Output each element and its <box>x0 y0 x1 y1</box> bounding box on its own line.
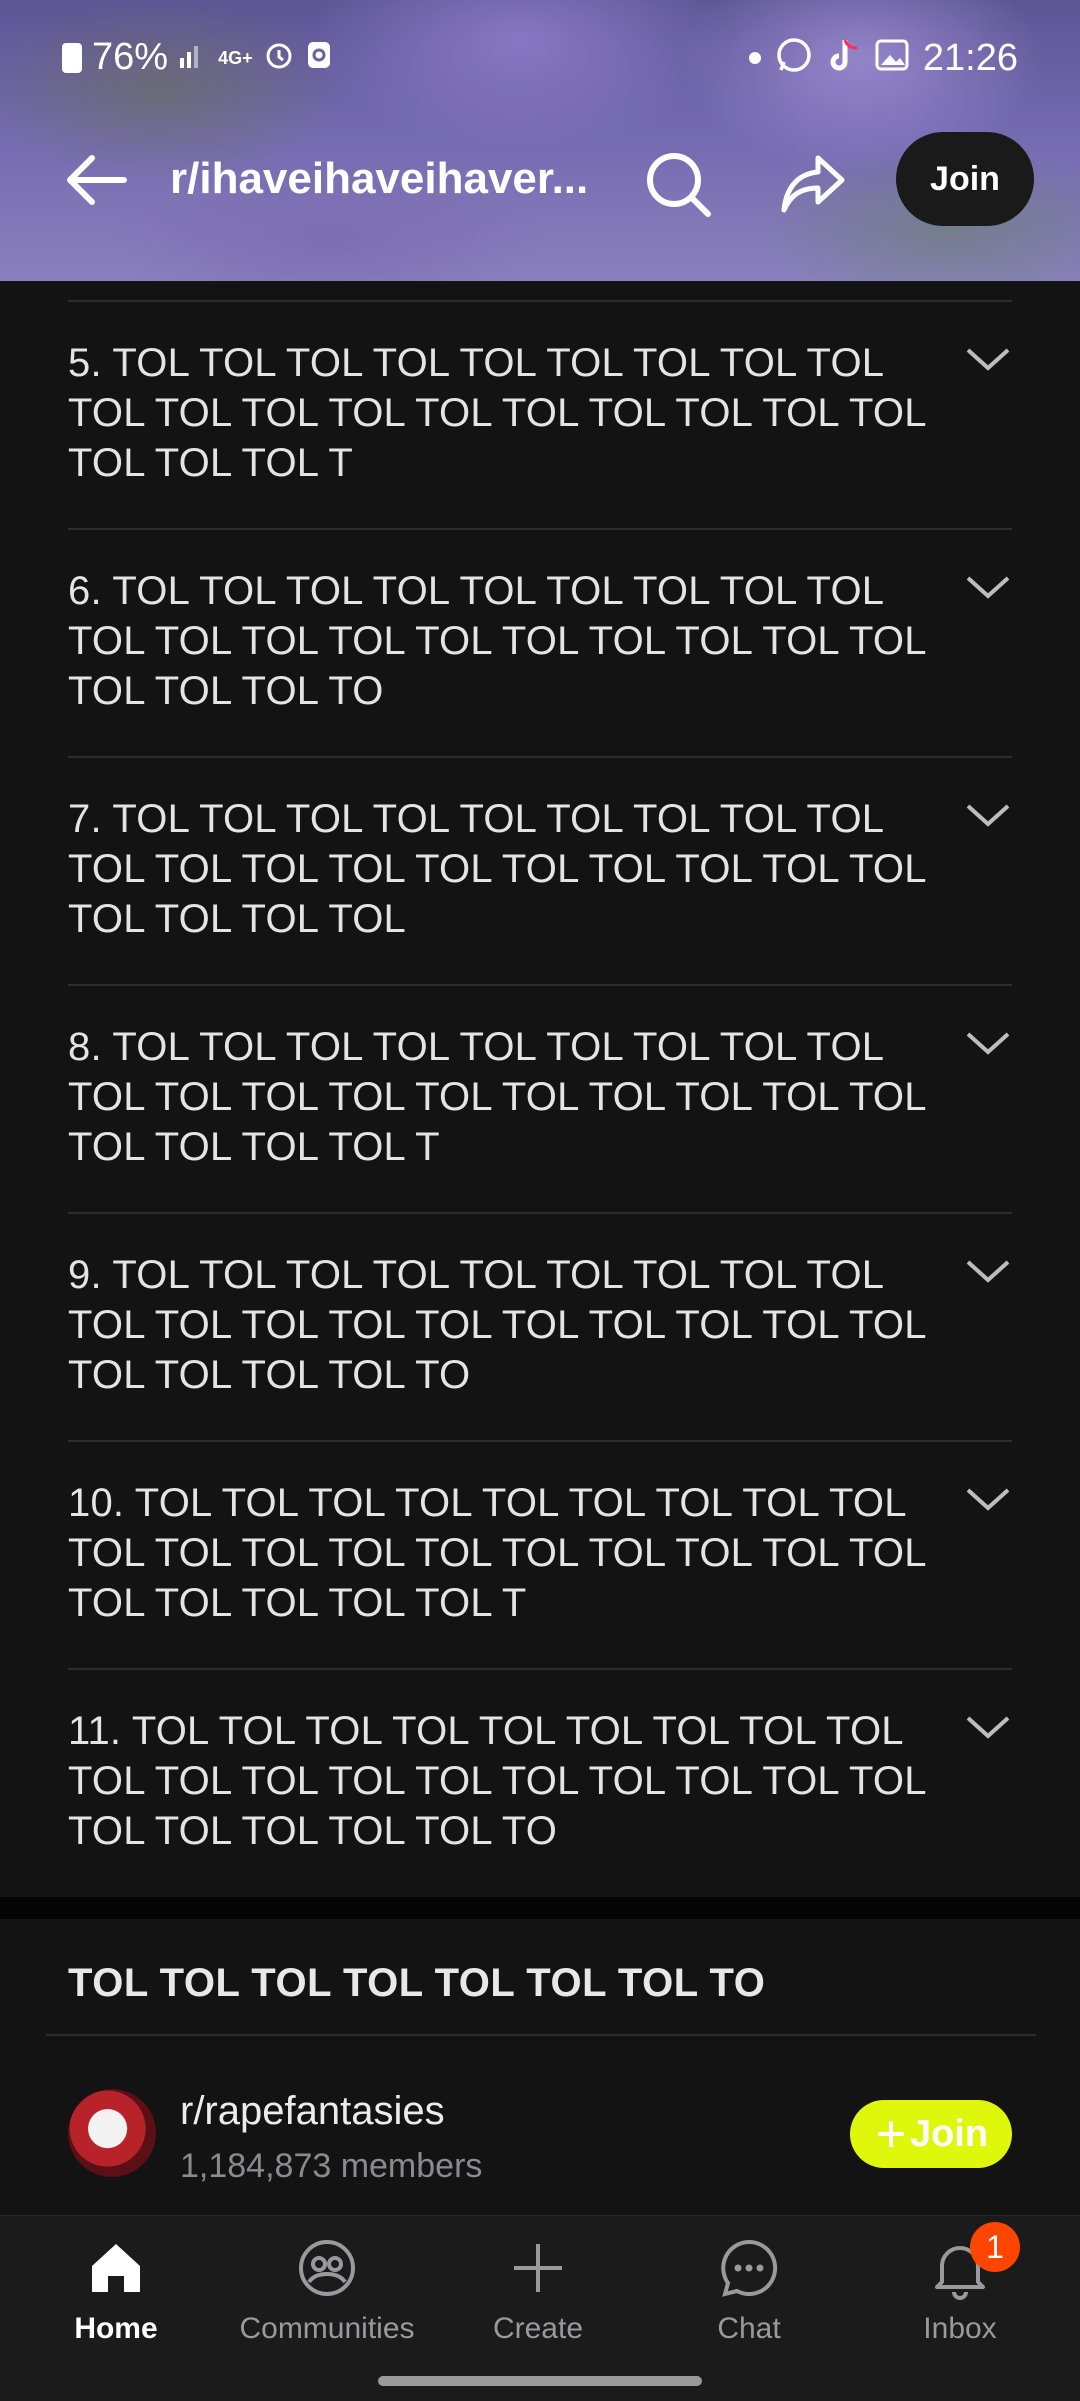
rule-item-8[interactable]: 8. TOL TOL TOL TOL TOL TOL TOL TOL TOL T… <box>68 986 1012 1214</box>
battery-icon <box>62 42 82 73</box>
status-right: 21:26 <box>748 36 1018 80</box>
back-button[interactable] <box>62 150 142 210</box>
chevron-down-icon <box>966 1488 1010 1511</box>
nav-label: Inbox <box>923 2312 997 2345</box>
tiktok-icon <box>827 36 861 80</box>
search-icon <box>647 153 711 217</box>
recycle-icon <box>305 39 333 77</box>
nav-label: Create <box>492 2312 584 2345</box>
bottom-navigation: Home Communities Create Chat 1 Inbox <box>0 2215 1080 2401</box>
chevron-down-icon <box>966 804 1010 827</box>
rule-item-5[interactable]: 5. TOL TOL TOL TOL TOL TOL TOL TOL TOL T… <box>68 302 1012 530</box>
chat-icon <box>721 2239 778 2297</box>
section-separator <box>0 1897 1080 1919</box>
join-community-button[interactable]: Join <box>850 2100 1012 2168</box>
divider <box>46 2034 1036 2036</box>
join-community-label: Join <box>909 2112 989 2155</box>
home-icon <box>92 2244 140 2292</box>
plus-icon <box>877 2121 904 2147</box>
rule-item-9[interactable]: 9. TOL TOL TOL TOL TOL TOL TOL TOL TOL T… <box>68 1214 1012 1442</box>
share-icon <box>781 155 845 213</box>
share-button[interactable] <box>776 146 852 222</box>
back-arrow-icon <box>67 155 127 205</box>
community-avatar[interactable] <box>68 2089 156 2177</box>
nav-label: Communities <box>239 2312 415 2345</box>
chevron-down-icon <box>966 1032 1010 1055</box>
rule-text: 6. TOL TOL TOL TOL TOL TOL TOL TOL TOL T… <box>68 569 926 713</box>
nav-label: Home <box>74 2312 158 2345</box>
nav-label: Chat <box>717 2312 781 2345</box>
rule-text: 9. TOL TOL TOL TOL TOL TOL TOL TOL TOL T… <box>68 1253 926 1397</box>
nav-inbox[interactable]: 1 Inbox <box>860 2222 1060 2356</box>
rule-text: 10. TOL TOL TOL TOL TOL TOL TOL TOL TOL … <box>68 1481 926 1625</box>
section-heading: TOL TOL TOL TOL TOL TOL TOL TO <box>68 1961 766 2005</box>
nav-home[interactable]: Home <box>16 2236 216 2356</box>
whatsapp-icon <box>775 36 813 80</box>
battery-percentage: 76% <box>92 36 169 78</box>
chevron-down-icon <box>966 348 1010 371</box>
nav-communities[interactable]: Communities <box>227 2236 427 2356</box>
notification-dot-icon <box>748 52 761 64</box>
network-type: 4G+ <box>218 47 253 68</box>
nav-chat[interactable]: Chat <box>649 2236 849 2356</box>
subreddit-toolbar: r/ihaveihaveihaver... Join <box>0 130 1080 230</box>
community-member-count: 1,184,873 members <box>180 2147 483 2185</box>
rule-text: 5. TOL TOL TOL TOL TOL TOL TOL TOL TOL T… <box>68 341 926 485</box>
related-community-card: TOL TOL TOL TOL TOL TOL TOL TO r/rapefan… <box>0 1919 1080 2215</box>
plus-icon <box>514 2244 562 2292</box>
subreddit-title[interactable]: r/ihaveihaveihaver... <box>170 154 610 210</box>
rule-item-6[interactable]: 6. TOL TOL TOL TOL TOL TOL TOL TOL TOL T… <box>68 530 1012 758</box>
chevron-down-icon <box>966 576 1010 599</box>
alarm-icon <box>263 39 295 77</box>
clock-time: 21:26 <box>922 36 1018 79</box>
rule-text: 7. TOL TOL TOL TOL TOL TOL TOL TOL TOL T… <box>68 797 926 941</box>
rule-item-11[interactable]: 11. TOL TOL TOL TOL TOL TOL TOL TOL TOL … <box>68 1670 1012 1898</box>
rule-item-7[interactable]: 7. TOL TOL TOL TOL TOL TOL TOL TOL TOL T… <box>68 758 1012 986</box>
home-gesture-bar[interactable] <box>378 2376 702 2386</box>
rule-item-10[interactable]: 10. TOL TOL TOL TOL TOL TOL TOL TOL TOL … <box>68 1442 1012 1670</box>
nav-create[interactable]: Create <box>438 2236 638 2356</box>
subreddit-header-banner: 76% 4G+ 21:26 r/ihaveihaveihaver... Join <box>0 0 1080 281</box>
search-button[interactable] <box>640 146 716 222</box>
rules-list: 5. TOL TOL TOL TOL TOL TOL TOL TOL TOL T… <box>0 281 1080 1897</box>
community-name[interactable]: r/rapefantasies <box>180 2089 445 2134</box>
inbox-notification-badge: 1 <box>970 2222 1020 2272</box>
signal-icon <box>178 40 208 76</box>
chevron-down-icon <box>966 1716 1010 1739</box>
status-bar: 76% 4G+ 21:26 <box>0 0 1080 120</box>
join-subreddit-button[interactable]: Join <box>896 132 1034 226</box>
rule-text: 11. TOL TOL TOL TOL TOL TOL TOL TOL TOL … <box>68 1709 926 1853</box>
communities-icon <box>299 2240 355 2296</box>
gallery-icon <box>875 39 909 77</box>
rule-text: 8. TOL TOL TOL TOL TOL TOL TOL TOL TOL T… <box>68 1025 926 1169</box>
status-left: 76% 4G+ <box>62 36 333 79</box>
chevron-down-icon <box>966 1260 1010 1283</box>
